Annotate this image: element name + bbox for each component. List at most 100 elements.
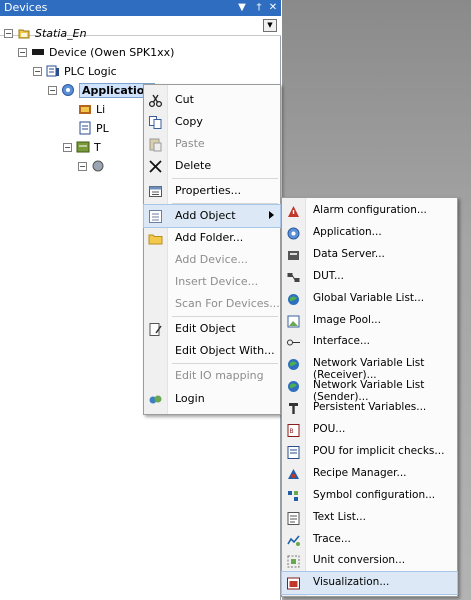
submenu-item-symbol-configuration[interactable]: Symbol configuration...: [282, 485, 457, 507]
submenu-item-network-variable-list-receiver[interactable]: Network Variable List (Receiver)...: [282, 353, 457, 381]
delete-icon: [149, 160, 162, 173]
chevron-down-icon[interactable]: ▼: [263, 19, 277, 32]
submenu-item-visualization[interactable]: Visualization...: [281, 571, 458, 596]
collapse-icon[interactable]: −: [78, 161, 87, 171]
menu-separator: [172, 316, 278, 317]
menu-item-paste[interactable]: Paste: [144, 133, 280, 155]
devices-title-bar: Devices ▼ † ✕: [0, 0, 281, 16]
edit-object-icon: [149, 323, 162, 336]
menu-item-add-folder[interactable]: Add Folder...: [144, 227, 280, 249]
submenu-item-label: Alarm configuration...: [313, 204, 427, 216]
dropdown-arrow-icon[interactable]: ▼: [235, 0, 249, 16]
scissors-icon: [148, 94, 163, 108]
text-list-icon: [287, 511, 300, 525]
submenu-item-trace[interactable]: Trace...: [282, 529, 457, 551]
recipe-icon: [288, 468, 299, 479]
paste-icon: [149, 138, 162, 152]
submenu-item-label: Unit conversion...: [313, 554, 406, 567]
collapse-icon[interactable]: −: [18, 47, 27, 57]
submenu-arrow-icon: [269, 211, 274, 219]
submenu-item-data-server[interactable]: Data Server...: [282, 244, 457, 266]
tree-label-plc-prg: PL: [96, 121, 109, 135]
menu-item-edit-object-with[interactable]: Edit Object With...: [144, 340, 280, 362]
dut-icon: [287, 272, 300, 282]
submenu-item-label: Interface...: [313, 335, 371, 348]
submenu-item-network-variable-list-sender[interactable]: Network Variable List (Sender)...: [282, 375, 457, 403]
submenu-item-label: Symbol configuration...: [313, 488, 436, 501]
tree-row-task[interactable]: −: [78, 157, 109, 175]
menu-item-add-object[interactable]: Add Object: [143, 204, 281, 228]
menu-item-label: Scan For Devices...: [175, 297, 280, 310]
submenu-item-global-variable-list[interactable]: Global Variable List...: [282, 288, 457, 310]
svg-text:B: B: [290, 428, 294, 435]
collapse-icon[interactable]: −: [33, 66, 42, 76]
alarm-icon: [288, 206, 299, 217]
tree-row-plc-prg[interactable]: PL: [78, 119, 109, 137]
submenu-item-text-list[interactable]: Text List...: [282, 507, 457, 529]
submenu-item-recipe-manager[interactable]: Recipe Manager...: [282, 463, 457, 485]
menu-item-edit-io-mapping[interactable]: Edit IO mapping: [144, 365, 280, 387]
persistent-icon: [289, 403, 298, 415]
menu-item-label: Properties...: [175, 184, 242, 197]
tree-row-device[interactable]: − Device (Owen SPK1xx): [18, 43, 174, 61]
menu-item-insert-device[interactable]: Insert Device...: [144, 271, 280, 293]
menu-item-cut[interactable]: Cut: [144, 89, 280, 111]
plc-logic-icon: [46, 65, 59, 77]
tree-row-application[interactable]: − Application: [48, 81, 156, 99]
menu-item-label: Delete: [175, 159, 212, 172]
unit-conversion-icon: [287, 555, 300, 568]
submenu-item-label: POU for implicit checks...: [313, 444, 445, 457]
submenu-item-alarm-configuration[interactable]: Alarm configuration...: [282, 200, 457, 222]
menu-item-label: Add Object: [175, 209, 236, 222]
pou-checks-icon: [287, 445, 300, 459]
collapse-icon[interactable]: −: [4, 28, 13, 38]
menu-item-label: Edit Object: [175, 322, 236, 335]
menu-item-properties[interactable]: Properties...: [144, 180, 280, 202]
menu-separator: [172, 203, 278, 204]
submenu-item-label: Visualization...: [313, 576, 390, 589]
library-icon: [79, 105, 91, 114]
submenu-item-interface[interactable]: Interface...: [282, 331, 457, 353]
tree-label-library-manager: Li: [96, 102, 106, 116]
menu-separator: [172, 178, 278, 179]
submenu-item-label: Trace...: [313, 532, 351, 545]
tree-label-project: Statia_En: [35, 26, 87, 40]
submenu-item-application[interactable]: Application...: [282, 222, 457, 244]
menu-item-delete[interactable]: Delete: [144, 155, 280, 177]
submenu-item-image-pool[interactable]: Image Pool...: [282, 310, 457, 332]
symbol-icon: [288, 490, 298, 501]
tree-row-project[interactable]: − Statia_En: [4, 24, 87, 42]
tree-row-task-configuration[interactable]: − T: [63, 138, 101, 156]
properties-icon: [149, 186, 162, 197]
submenu-item-pou[interactable]: B POU...: [282, 419, 457, 441]
pou-doc-icon: [79, 121, 91, 135]
close-icon[interactable]: ✕: [266, 0, 280, 16]
context-menu: Cut Copy Paste Delete Properties... Add …: [143, 84, 281, 415]
submenu-item-dut[interactable]: DUT...: [282, 266, 457, 288]
submenu-item-persistent-variables[interactable]: Persistent Variables...: [282, 397, 457, 419]
add-object-submenu: Alarm configuration... Application... Data…: [281, 197, 458, 597]
menu-item-login[interactable]: Login: [144, 388, 280, 410]
menu-item-copy[interactable]: Copy: [144, 111, 280, 133]
menu-item-edit-object[interactable]: Edit Object: [144, 318, 280, 340]
submenu-item-label: Text List...: [313, 510, 366, 523]
menu-item-add-device[interactable]: Add Device...: [144, 249, 280, 271]
submenu-item-unit-conversion[interactable]: Unit conversion...: [282, 550, 457, 572]
menu-item-label: Add Device...: [175, 253, 248, 266]
tree-row-library-manager[interactable]: Li: [78, 100, 105, 118]
device-icon: [32, 49, 44, 55]
submenu-item-pou-for-implicit-checks[interactable]: POU for implicit checks...: [282, 441, 457, 463]
globe-icon: [288, 359, 299, 371]
collapse-icon[interactable]: −: [63, 142, 72, 152]
pou-icon: B: [287, 424, 300, 437]
menu-item-label: Login: [175, 392, 205, 405]
pin-icon[interactable]: †: [252, 0, 266, 16]
submenu-item-label: Data Server...: [313, 247, 385, 260]
tree-label-device: Device (Owen SPK1xx): [49, 45, 175, 59]
menu-item-scan-for-devices[interactable]: Scan For Devices...: [144, 293, 280, 315]
menu-item-label: Copy: [175, 115, 203, 128]
menu-item-label: Insert Device...: [175, 275, 259, 288]
tree-label-plc-logic: PLC Logic: [64, 64, 117, 78]
collapse-icon[interactable]: −: [48, 85, 57, 95]
tree-row-plc-logic[interactable]: − PLC Logic: [33, 62, 117, 80]
